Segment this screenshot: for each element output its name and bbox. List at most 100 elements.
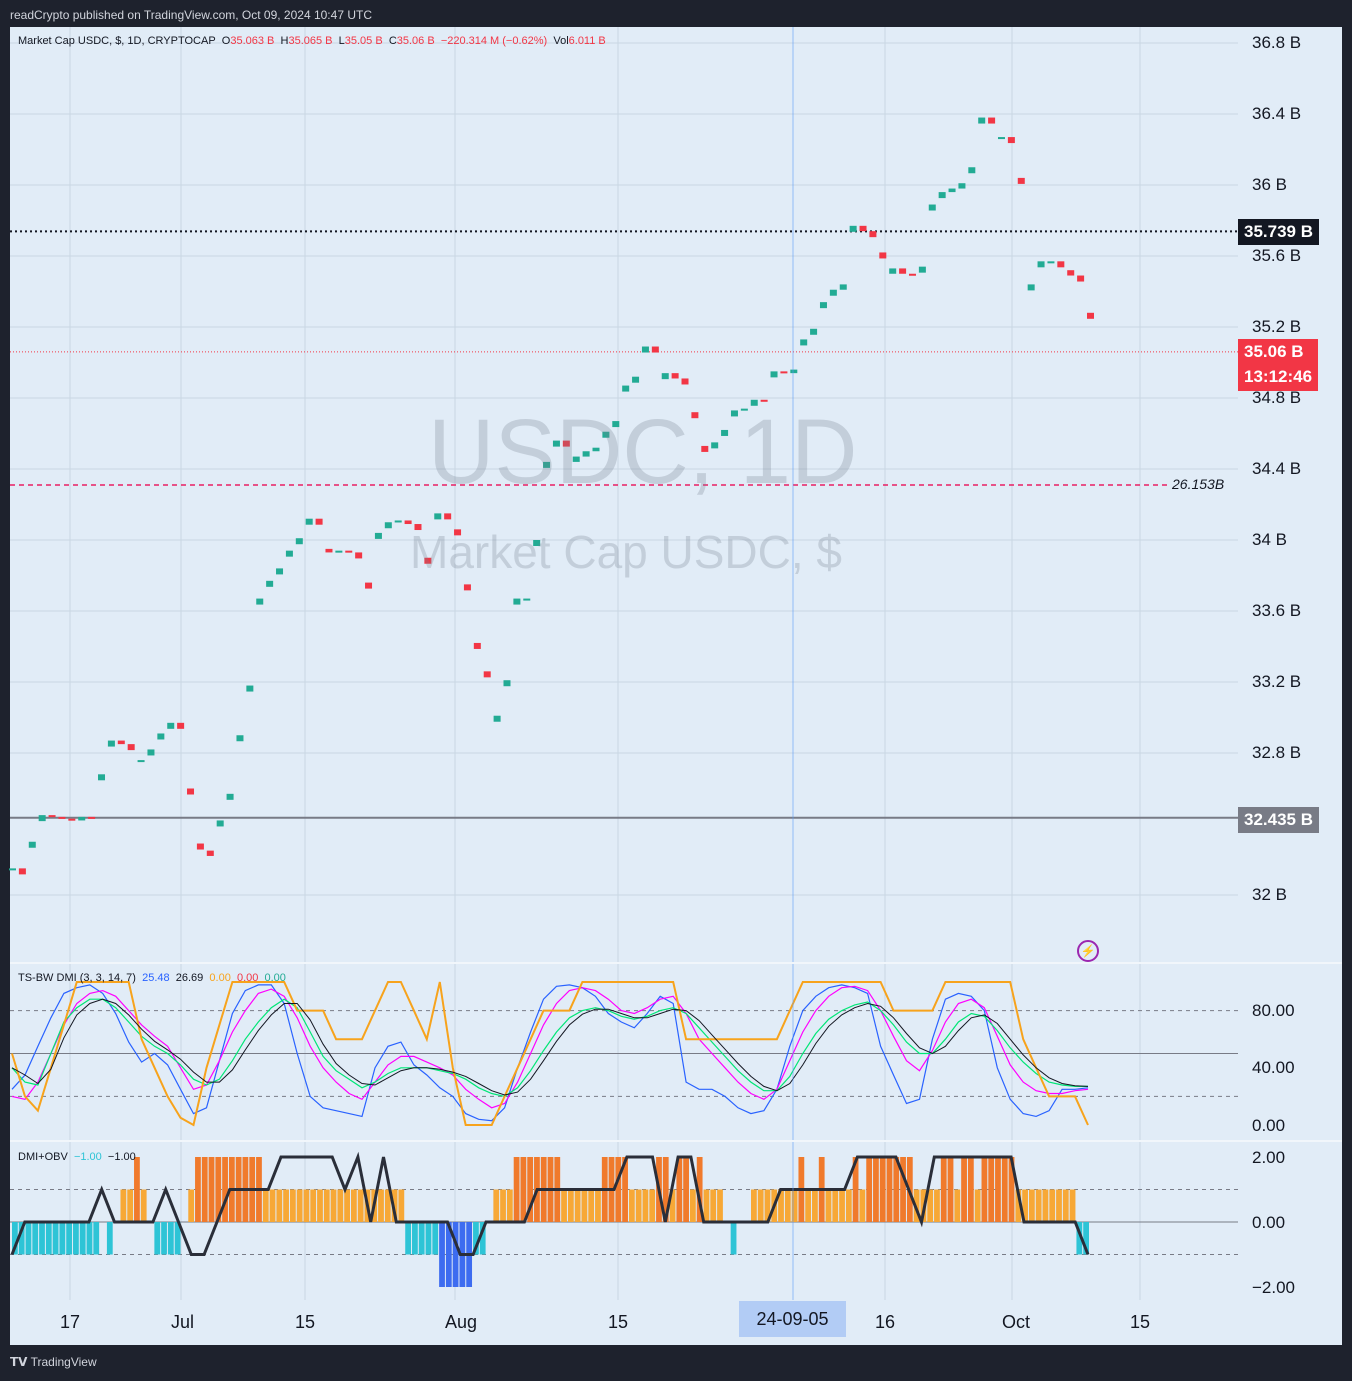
candle-100 (997, 137, 1005, 140)
candle-29 (295, 538, 303, 545)
candle-86 (859, 225, 867, 232)
obv-bar-50 (350, 1189, 357, 1222)
candle-98 (978, 117, 986, 124)
legend-h-value: 35.065 B (288, 35, 333, 47)
obv-bar-92 (635, 1189, 642, 1222)
candle-16 (167, 722, 175, 729)
candle-102 (1017, 177, 1025, 184)
time-tick-7: 15 (1130, 1312, 1151, 1332)
candle-106 (1057, 261, 1065, 268)
obv-bar-121 (832, 1189, 839, 1222)
pink-level-label: 26.153B (1172, 476, 1225, 492)
obv-bar-123 (845, 1189, 852, 1222)
obv-bar-140 (961, 1157, 967, 1222)
obv-bar-72 (500, 1189, 506, 1222)
pane-separator-1[interactable] (10, 962, 1342, 964)
obv-bar-103 (710, 1189, 717, 1222)
obv-legend[interactable]: DMI+OBV −1.00 −1.00 (18, 1151, 136, 1163)
obv-bar-139 (954, 1189, 961, 1222)
obv-bar-74 (513, 1157, 520, 1222)
candle-3 (38, 815, 46, 822)
dmi-series-0 (11, 984, 1089, 1122)
pane-separator-2[interactable] (10, 1140, 1342, 1142)
candle-85 (849, 225, 857, 232)
candle-67 (671, 373, 679, 379)
candle-80 (800, 339, 808, 346)
candle-25 (256, 598, 264, 605)
obv-bar-62 (432, 1222, 439, 1255)
obv-bar-153 (1049, 1189, 1056, 1222)
dmi-legend-v2: 26.69 (175, 972, 204, 984)
lightning-icon[interactable]: ⚡ (1077, 940, 1099, 962)
candle-15 (157, 733, 165, 740)
candle-48 (483, 671, 491, 678)
obv-bar-142 (974, 1189, 981, 1222)
obv-bar-60 (418, 1222, 425, 1255)
candle-82 (819, 302, 827, 309)
main-legend[interactable]: Market Cap USDC, $, 1D, CRYPTOCAP O35.06… (18, 35, 606, 47)
candle-49 (493, 715, 501, 722)
dmi-legend-v1: 25.48 (142, 972, 170, 984)
obv-bar-51 (357, 1189, 364, 1222)
obv-bar-12 (93, 1222, 100, 1255)
obv-bar-137 (940, 1157, 947, 1222)
candle-26 (266, 580, 274, 587)
candle-87 (869, 231, 877, 238)
obv-bar-4 (39, 1222, 45, 1255)
obv-bar-122 (839, 1189, 845, 1222)
price-tick-3: 35.6 B (1252, 246, 1302, 265)
candle-97 (968, 167, 976, 174)
obv-bar-156 (1069, 1189, 1076, 1222)
crosshair-date-label: 24-09-05 (739, 1301, 846, 1337)
price-tick-1: 36.4 B (1252, 104, 1302, 123)
candle-6 (68, 818, 76, 821)
candle-94 (938, 192, 946, 199)
candle-19 (196, 843, 204, 850)
tradingview-logo-icon: 𝗧𝗩 (10, 1355, 28, 1369)
obv-bar-48 (337, 1189, 344, 1222)
obv-bar-141 (967, 1157, 974, 1222)
high-line-tag: 35.739 B (1238, 219, 1319, 245)
candle-36 (365, 582, 373, 589)
candle-37 (374, 532, 382, 539)
candle-28 (285, 550, 293, 557)
obv-bar-99 (683, 1157, 689, 1222)
obv-bar-65 (452, 1222, 459, 1287)
time-tick-4: 15 (608, 1312, 629, 1332)
obv-bar-9 (73, 1222, 79, 1255)
candle-52 (523, 598, 531, 601)
obv-bar-94 (649, 1189, 656, 1222)
obv-legend-v1: −1.00 (73, 1151, 102, 1163)
dmi-legend-v3: 0.00 (209, 972, 231, 984)
candle-50 (503, 680, 511, 687)
price-tick-6: 34.4 B (1252, 459, 1302, 478)
candle-4 (48, 815, 56, 818)
obv-axis-minus2: −2.00 (1252, 1278, 1296, 1297)
candle-101 (1007, 137, 1015, 144)
dmi-legend[interactable]: TS-BW DMI (3, 3, 14, 7) 25.48 26.69 0.00… (18, 972, 286, 984)
time-tick-1: Jul (171, 1312, 195, 1332)
price-tick-2: 36 B (1252, 175, 1287, 194)
chart-canvas[interactable] (0, 0, 1352, 1381)
obv-bar-43 (303, 1189, 310, 1222)
countdown-value: 13:12:46 (1244, 367, 1313, 386)
legend-o-value: 35.063 B (230, 35, 275, 47)
dmi-axis-40: 40.00 (1252, 1058, 1295, 1077)
obv-bar-14 (106, 1222, 113, 1255)
candle-66 (661, 373, 669, 380)
footer[interactable]: 𝗧𝗩 TradingView (10, 1355, 97, 1369)
obv-bar-27 (195, 1157, 201, 1222)
candle-8 (88, 816, 96, 819)
obv-bar-61 (425, 1222, 432, 1255)
obv-bar-26 (188, 1189, 195, 1222)
candle-99 (988, 117, 996, 124)
candle-63 (632, 376, 640, 383)
price-tick-11: 32 B (1252, 885, 1287, 904)
candle-93 (928, 204, 936, 211)
legend-symbol: Market Cap USDC, $, 1D, CRYPTOCAP (18, 35, 216, 47)
candle-27 (276, 568, 284, 575)
price-tick-8: 33.6 B (1252, 601, 1302, 620)
obv-bar-8 (66, 1222, 73, 1255)
obv-bar-21 (154, 1222, 161, 1255)
candle-23 (236, 735, 244, 742)
